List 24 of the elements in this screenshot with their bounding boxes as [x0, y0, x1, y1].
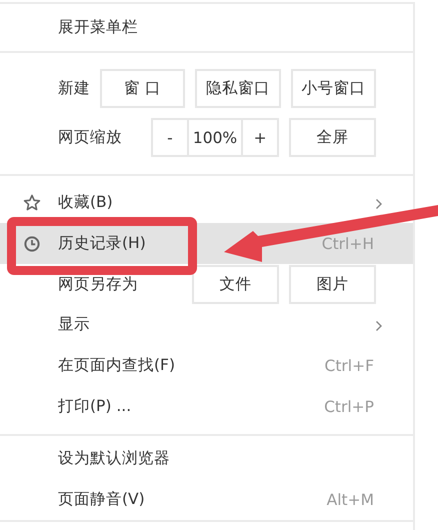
menu-button[interactable]: 图片 [289, 264, 376, 304]
menu-item[interactable]: 打印(P) ... [58, 396, 132, 417]
menu-button[interactable]: 小号窗口 [290, 69, 376, 108]
menu-label: 网页缩放 [58, 127, 122, 148]
shortcut-label: Ctrl+F [324, 356, 374, 374]
clock-icon [24, 236, 40, 252]
menu-item[interactable]: 页面静音(V) [58, 489, 145, 510]
zoom-level: 100% [186, 120, 244, 155]
menu-button[interactable]: 文件 [192, 264, 279, 304]
menu-button[interactable]: 隐私窗口 [195, 69, 281, 108]
menu-button[interactable]: 全屏 [289, 118, 376, 157]
menu-item[interactable]: 设为默认浏览器 [58, 448, 170, 469]
shortcut-label: Alt+M [326, 490, 374, 508]
star-icon [23, 194, 41, 212]
menu-button[interactable]: 窗 口 [100, 69, 186, 108]
menu-item[interactable]: 在页面内查找(F) [58, 355, 176, 376]
menu-item[interactable]: 历史记录(H) [58, 233, 146, 254]
menu-label: 网页另存为 [58, 274, 138, 294]
shortcut-label: Ctrl+H [322, 234, 374, 252]
shortcut-label: Ctrl+P [324, 398, 374, 416]
menu-item[interactable]: 显示 [58, 314, 90, 335]
menu-item[interactable]: 收藏(B) [58, 192, 113, 213]
menu-item[interactable]: 展开菜单栏 [58, 17, 138, 38]
menu-label: 新建 [58, 78, 90, 99]
